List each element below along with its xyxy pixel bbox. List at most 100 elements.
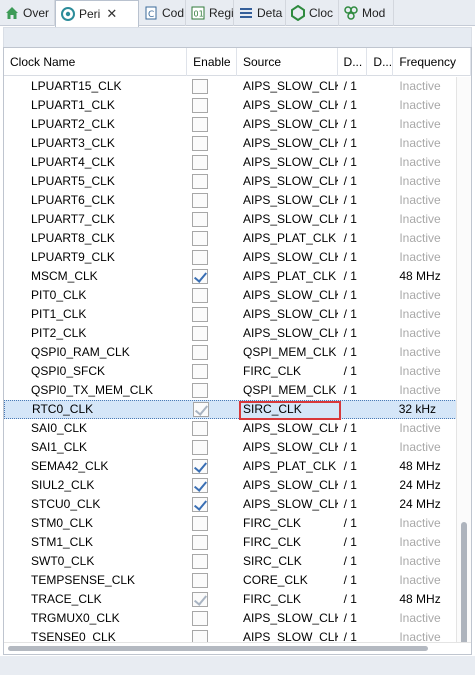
tab-clocks[interactable]: Cloc [286, 0, 339, 26]
column-header-source[interactable]: Source [237, 48, 338, 76]
source-cell[interactable]: AIPS_PLAT_CLK [237, 457, 338, 476]
table-row[interactable]: RTC0_CLK SIRC_CLK 32 kHz [4, 400, 471, 420]
divider-cell[interactable]: / 1 [338, 343, 368, 362]
enable-checkbox[interactable] [192, 516, 209, 531]
divider-cell[interactable]: / 1 [338, 134, 368, 153]
enable-checkbox[interactable] [192, 155, 209, 170]
table-row[interactable]: LPUART2_CLK AIPS_SLOW_CLK/ 1 Inactive [4, 115, 471, 134]
table-row[interactable]: SWT0_CLK SIRC_CLK/ 1 Inactive [4, 552, 471, 571]
source-cell[interactable]: AIPS_SLOW_CLK [237, 77, 338, 96]
divider-cell[interactable]: / 1 [338, 267, 368, 286]
enable-checkbox[interactable] [192, 554, 209, 569]
enable-checkbox[interactable] [192, 98, 209, 113]
column-header-clock-name[interactable]: Clock Name [4, 48, 188, 76]
horizontal-scrollbar[interactable] [4, 642, 471, 654]
source-cell[interactable]: AIPS_SLOW_CLK [237, 172, 338, 191]
tab-registers[interactable]: 01 Regi [186, 0, 234, 26]
divider-cell[interactable]: / 1 [338, 191, 368, 210]
source-cell[interactable]: AIPS_SLOW_CLK [237, 191, 338, 210]
source-cell[interactable]: AIPS_PLAT_CLK [237, 267, 338, 286]
table-row[interactable]: LPUART3_CLK AIPS_SLOW_CLK/ 1 Inactive [4, 134, 471, 153]
table-row[interactable]: SAI0_CLK AIPS_SLOW_CLK/ 1 Inactive [4, 419, 471, 438]
divider-cell[interactable]: / 1 [338, 533, 368, 552]
divider-cell[interactable]: / 1 [338, 590, 368, 609]
enable-checkbox[interactable] [192, 345, 209, 360]
tab-modules[interactable]: Mod [339, 0, 394, 26]
source-cell[interactable]: AIPS_SLOW_CLK [237, 495, 338, 514]
table-row[interactable]: QSPI0_RAM_CLK QSPI_MEM_CLK/ 1 Inactive [4, 343, 471, 362]
source-cell[interactable]: AIPS_SLOW_CLK [237, 476, 338, 495]
source-cell[interactable]: FIRC_CLK [237, 514, 338, 533]
divider-cell[interactable]: / 1 [338, 552, 368, 571]
table-row[interactable]: STM1_CLK FIRC_CLK/ 1 Inactive [4, 533, 471, 552]
divider-cell[interactable]: / 1 [338, 153, 368, 172]
source-cell[interactable]: AIPS_SLOW_CLK [237, 438, 338, 457]
enable-checkbox[interactable] [192, 573, 209, 588]
vertical-scrollbar-thumb[interactable] [461, 522, 467, 654]
table-row[interactable]: TEMPSENSE_CLK CORE_CLK/ 1 Inactive [4, 571, 471, 590]
table-row[interactable]: LPUART1_CLK AIPS_SLOW_CLK/ 1 Inactive [4, 96, 471, 115]
table-row[interactable]: SAI1_CLK AIPS_SLOW_CLK/ 1 Inactive [4, 438, 471, 457]
table-row[interactable]: LPUART6_CLK AIPS_SLOW_CLK/ 1 Inactive [4, 191, 471, 210]
source-cell[interactable]: FIRC_CLK [237, 533, 338, 552]
divider-cell[interactable]: / 1 [338, 495, 368, 514]
divider-cell[interactable]: / 1 [338, 286, 368, 305]
enable-checkbox[interactable] [192, 269, 209, 284]
tab-overview[interactable]: Over [0, 0, 55, 26]
enable-checkbox[interactable] [192, 478, 209, 493]
column-header-divider[interactable]: D... [338, 48, 368, 76]
table-row[interactable]: QSPI0_TX_MEM_CLK QSPI_MEM_CLK/ 1 Inactive [4, 381, 471, 400]
divider-cell[interactable]: / 1 [338, 476, 368, 495]
divider-cell[interactable]: / 1 [338, 96, 368, 115]
source-cell[interactable]: AIPS_SLOW_CLK [237, 248, 338, 267]
divider-cell[interactable]: / 1 [338, 210, 368, 229]
divider-cell[interactable]: / 1 [338, 248, 368, 267]
table-row[interactable]: LPUART9_CLK AIPS_SLOW_CLK/ 1 Inactive [4, 248, 471, 267]
table-row[interactable]: TRGMUX0_CLK AIPS_SLOW_CLK/ 1 Inactive [4, 609, 471, 628]
close-icon[interactable]: ✕ [106, 6, 117, 22]
enable-checkbox[interactable] [192, 136, 209, 151]
enable-checkbox[interactable] [192, 117, 209, 132]
source-cell[interactable]: AIPS_SLOW_CLK [237, 286, 338, 305]
divider-cell[interactable] [337, 400, 367, 419]
tab-code[interactable]: C Cod [139, 0, 186, 26]
enable-checkbox[interactable] [192, 364, 209, 379]
enable-checkbox[interactable] [192, 231, 209, 246]
source-cell[interactable]: FIRC_CLK [237, 362, 338, 381]
table-row[interactable]: TRACE_CLK FIRC_CLK/ 1 48 MHz [4, 590, 471, 609]
source-cell[interactable]: AIPS_SLOW_CLK [237, 305, 338, 324]
source-cell[interactable]: AIPS_PLAT_CLK [237, 229, 338, 248]
table-row[interactable]: LPUART8_CLK AIPS_PLAT_CLK/ 1 Inactive [4, 229, 471, 248]
enable-checkbox[interactable] [192, 288, 209, 303]
enable-checkbox[interactable] [192, 193, 209, 208]
enable-checkbox[interactable] [192, 307, 209, 322]
enable-checkbox[interactable] [192, 421, 209, 436]
source-cell[interactable]: AIPS_SLOW_CLK [237, 210, 338, 229]
source-cell[interactable]: QSPI_MEM_CLK [237, 343, 338, 362]
source-cell[interactable]: AIPS_SLOW_CLK [237, 96, 338, 115]
source-cell[interactable]: AIPS_SLOW_CLK [237, 324, 338, 343]
table-row[interactable]: SIUL2_CLK AIPS_SLOW_CLK/ 1 24 MHz [4, 476, 471, 495]
divider-cell[interactable]: / 1 [338, 381, 368, 400]
divider-cell[interactable]: / 1 [338, 457, 368, 476]
column-header-frequency[interactable]: Frequency [393, 48, 471, 76]
enable-checkbox[interactable] [192, 383, 209, 398]
table-row[interactable]: PIT0_CLK AIPS_SLOW_CLK/ 1 Inactive [4, 286, 471, 305]
divider-cell[interactable]: / 1 [338, 77, 368, 96]
table-row[interactable]: SEMA42_CLK AIPS_PLAT_CLK/ 1 48 MHz [4, 457, 471, 476]
vertical-scrollbar[interactable] [456, 77, 471, 654]
source-cell[interactable]: SIRC_CLK [237, 552, 338, 571]
table-row[interactable]: STCU0_CLK AIPS_SLOW_CLK/ 1 24 MHz [4, 495, 471, 514]
source-cell[interactable]: AIPS_SLOW_CLK [237, 419, 338, 438]
tab-peripherals[interactable]: Peri ✕ [55, 0, 139, 27]
enable-checkbox[interactable] [192, 592, 209, 607]
divider-cell[interactable]: / 1 [338, 419, 368, 438]
column-header-divider2[interactable]: D... [367, 48, 394, 76]
source-cell[interactable]: AIPS_SLOW_CLK [237, 609, 338, 628]
divider-cell[interactable]: / 1 [338, 115, 368, 134]
source-cell[interactable]: CORE_CLK [237, 571, 338, 590]
enable-checkbox[interactable] [192, 497, 209, 512]
enable-checkbox[interactable] [192, 459, 209, 474]
enable-checkbox[interactable] [192, 174, 209, 189]
divider-cell[interactable]: / 1 [338, 438, 368, 457]
